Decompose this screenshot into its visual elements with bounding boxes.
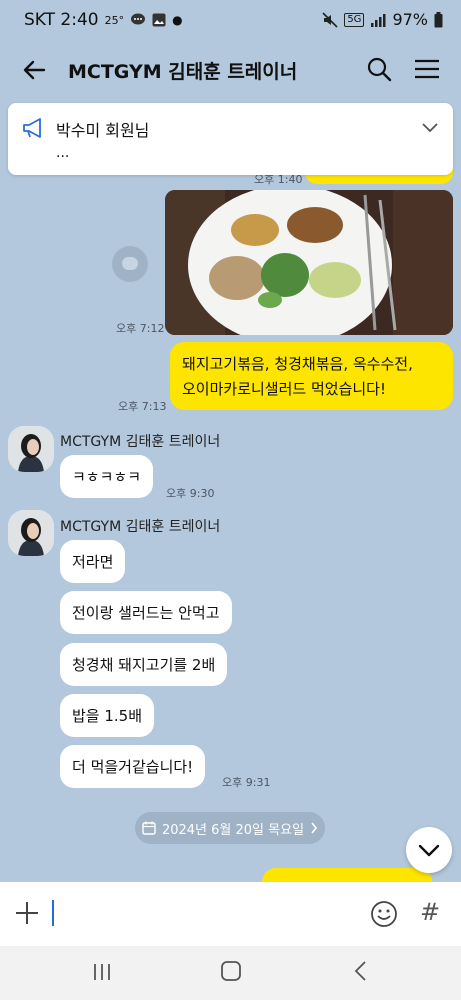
more-notifications-dot: ●	[172, 13, 183, 27]
status-bar: SKT 2:40 25° ● 5G 97%	[0, 0, 461, 40]
message-time: 오후 9:31	[222, 776, 271, 789]
scroll-to-bottom-button[interactable]	[406, 827, 452, 873]
chat-notification-icon	[131, 13, 146, 25]
hashtag-icon[interactable]: #	[420, 898, 440, 926]
date-text: 2024년 6월 20일 목요일	[161, 822, 305, 838]
system-nav-bar	[0, 946, 461, 1000]
recent-apps-icon[interactable]	[92, 962, 112, 982]
chevron-down-icon	[418, 844, 440, 857]
notice-preview: ...	[56, 145, 70, 161]
chat-bubble-icon	[122, 257, 138, 270]
received-message-bubble[interactable]: 저라면	[60, 540, 126, 583]
notice-title: 박수미 회원님	[56, 121, 150, 140]
search-icon[interactable]	[364, 54, 394, 84]
temperature: 25°	[104, 13, 125, 27]
date-divider[interactable]: 2024년 6월 20일 목요일	[135, 812, 325, 844]
back-arrow-icon[interactable]	[18, 54, 50, 86]
profile-photo	[8, 426, 54, 472]
sent-message-bubble[interactable]: 돼지고기볶음, 청경채볶음, 옥수수전, 오이마카로니샐러드 먹었습니다!	[170, 342, 453, 410]
emoji-icon[interactable]	[370, 900, 398, 928]
mute-icon	[322, 11, 338, 28]
chevron-right-icon	[311, 822, 318, 834]
battery-percent: 97%	[392, 10, 428, 29]
chat-title: MCTGYM 김태훈 트레이너	[68, 61, 298, 83]
megaphone-icon	[23, 118, 41, 138]
calendar-icon	[142, 821, 156, 835]
sent-message-line: 돼지고기볶음, 청경채볶음, 옥수수전,	[182, 355, 413, 373]
received-message-bubble[interactable]: 청경채 돼지고기를 2배	[60, 643, 228, 686]
received-message-bubble[interactable]: ㅋㅎㅋㅎㅋ	[60, 455, 154, 498]
message-time: 오후 7:13	[118, 400, 167, 413]
share-button[interactable]	[112, 246, 148, 282]
message-time: 오후 7:12	[116, 322, 165, 335]
message-input-bar: #	[0, 882, 461, 946]
chevron-down-icon[interactable]	[421, 121, 439, 135]
status-time: SKT 2:40	[24, 10, 99, 30]
notice-banner[interactable]: 박수미 회원님 ...	[8, 103, 453, 175]
message-time: 오후 9:30	[166, 487, 215, 500]
trainer-avatar[interactable]	[8, 510, 54, 556]
sender-name: MCTGYM 김태훈 트레이너	[60, 434, 221, 450]
home-icon[interactable]	[220, 960, 242, 982]
sender-name: MCTGYM 김태훈 트레이너	[60, 519, 221, 535]
menu-icon[interactable]	[412, 54, 442, 84]
battery-icon	[434, 11, 443, 27]
back-nav-icon[interactable]	[352, 960, 370, 982]
received-message-bubble[interactable]: 밥을 1.5배	[60, 694, 155, 737]
trainer-avatar[interactable]	[8, 426, 54, 472]
received-message-bubble[interactable]: 전이랑 샐러드는 안먹고	[60, 591, 232, 634]
chat-header: MCTGYM 김태훈 트레이너	[0, 40, 461, 98]
received-message-bubble[interactable]: 더 먹을거같습니다!	[60, 745, 206, 788]
meal-plate-image	[165, 190, 453, 335]
image-notification-icon	[152, 13, 166, 27]
plus-icon[interactable]	[14, 900, 40, 926]
network-type: 5G	[344, 12, 365, 27]
food-photo[interactable]	[165, 190, 453, 335]
sent-message-line: 오이마카로니샐러드 먹었습니다!	[182, 380, 386, 398]
text-caret	[52, 900, 54, 926]
profile-photo	[8, 510, 54, 556]
message-input[interactable]	[52, 896, 352, 930]
signal-icon	[371, 13, 386, 27]
